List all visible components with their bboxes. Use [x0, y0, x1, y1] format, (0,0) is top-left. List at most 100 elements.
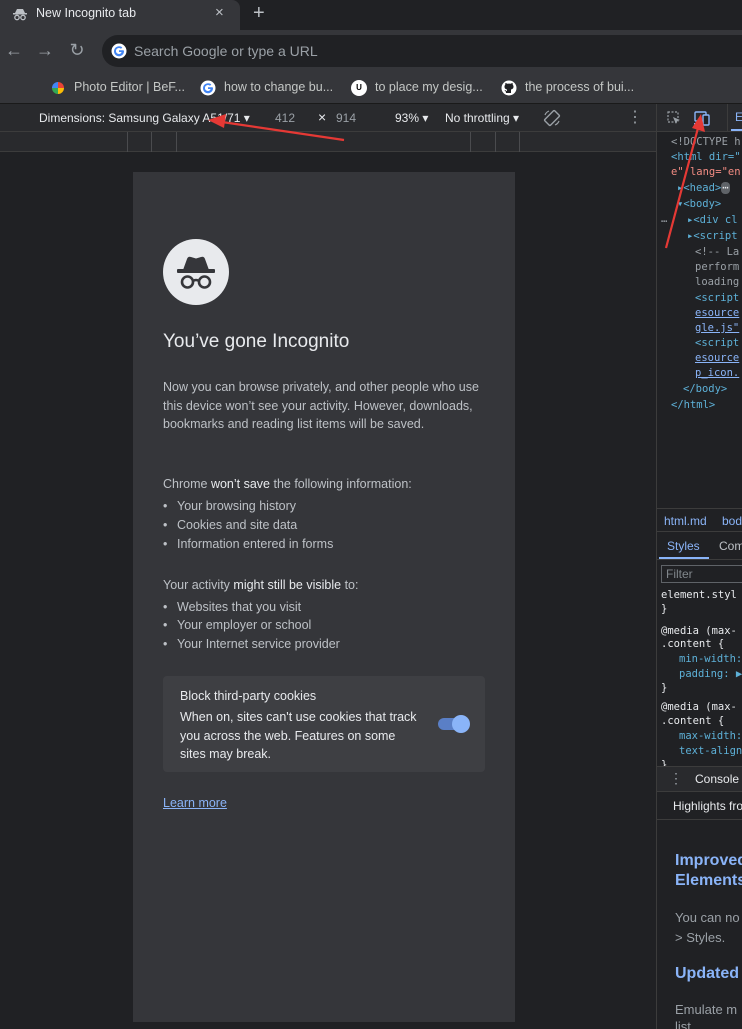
more-icon[interactable]: …	[661, 213, 667, 225]
throttling-label: No throttling	[445, 111, 510, 125]
style-line[interactable]: padding: ▶	[679, 668, 742, 680]
code-link[interactable]: gle.js"	[695, 322, 739, 334]
close-tab-icon[interactable]: ×	[215, 4, 224, 21]
ellipsis-badge[interactable]: ⋯	[721, 182, 730, 194]
code-link[interactable]: esource	[695, 307, 739, 319]
bookmark-item[interactable]: the process of bui...	[525, 80, 634, 94]
bookmark-item[interactable]: to place my desig...	[375, 80, 483, 94]
tab-strip: New Incognito tab × +	[0, 0, 742, 30]
whats-new-tabs: Highlights fro	[657, 792, 742, 820]
breadcrumb-body[interactable]: bod	[722, 514, 742, 528]
address-bar[interactable]: Search Google or type a URL	[102, 35, 742, 67]
search-input[interactable]: Search Google or type a URL	[134, 43, 318, 59]
code-line[interactable]: ▸<head>⋯	[677, 182, 730, 194]
reload-icon[interactable]: ↻	[66, 39, 88, 61]
block-cookies-toggle[interactable]	[438, 715, 470, 733]
code-line[interactable]: <script	[695, 292, 739, 304]
whats-new-heading: Elements	[675, 872, 742, 889]
code-line[interactable]: e" lang="en	[671, 166, 741, 178]
styles-tabs: Styles Com	[657, 532, 742, 560]
style-line: }	[661, 603, 668, 615]
bookmark-item[interactable]: how to change bu...	[224, 80, 333, 94]
code-line[interactable]: loading	[695, 276, 739, 288]
intro-paragraph: Now you can browse privately, and other …	[163, 380, 479, 431]
whats-new-text: You can no	[675, 910, 740, 925]
code-line[interactable]: </html>	[671, 399, 715, 411]
wont-save-heading: Chrome won’t save the following informat…	[163, 475, 488, 494]
tab-title: New Incognito tab	[36, 6, 137, 20]
code-line[interactable]: <script	[695, 337, 739, 349]
list-item-text: Websites that you visit	[177, 600, 302, 614]
incognito-icon	[13, 9, 27, 21]
code-line[interactable]: ▸<script	[687, 230, 738, 242]
bookmark-favicon-icon	[52, 82, 64, 94]
list-item: Cookies and site data	[163, 518, 297, 532]
code-line[interactable]: <!-- La	[695, 246, 739, 258]
uxpin-icon: U	[351, 80, 367, 96]
code-line[interactable]: </body>	[683, 383, 727, 395]
wont-save-suffix: the following information:	[270, 477, 412, 491]
github-icon	[501, 80, 517, 96]
style-line[interactable]: max-width:	[679, 730, 742, 742]
cookie-description: When on, sites can't use cookies that tr…	[180, 710, 417, 761]
console-tab[interactable]: Console	[695, 772, 739, 786]
new-tab-button[interactable]: +	[253, 2, 265, 25]
code-link[interactable]: p_icon.	[695, 367, 739, 379]
learn-more-link[interactable]: Learn more	[163, 796, 227, 810]
tab-styles[interactable]: Styles	[667, 539, 700, 553]
code-line[interactable]: <html dir="	[671, 151, 741, 163]
wont-save-prefix: Chrome	[163, 477, 211, 491]
throttling-select[interactable]: No throttling ▾	[445, 111, 519, 125]
browser-tab[interactable]: New Incognito tab ×	[0, 0, 240, 30]
zoom-select[interactable]: 93% ▾	[395, 111, 428, 125]
style-line[interactable]: min-width:	[679, 653, 742, 665]
active-tab-indicator	[659, 557, 709, 559]
list-item: Your Internet service provider	[163, 637, 340, 651]
style-line[interactable]: @media (max-	[661, 701, 737, 713]
code-line-text: <div cl	[693, 214, 738, 226]
viewport-height-input[interactable]: 914	[336, 111, 356, 125]
style-line[interactable]: text-align	[679, 745, 742, 757]
code-line-text: <script	[693, 230, 738, 242]
device-dimensions-select[interactable]: Dimensions: Samsung Galaxy A51/71 ▾	[39, 111, 250, 125]
visible-suffix: to:	[341, 578, 359, 592]
device-toggle-icon[interactable]	[694, 110, 710, 126]
style-line[interactable]: .content {	[661, 715, 724, 727]
code-link[interactable]: esource	[695, 352, 739, 364]
viewport-width-input[interactable]: 412	[275, 111, 295, 125]
styles-filter-input[interactable]: Filter	[661, 565, 742, 583]
inspect-element-icon[interactable]	[667, 111, 681, 125]
devtools-drawer: ⋮ Console	[657, 766, 742, 792]
highlights-tab[interactable]: Highlights fro	[673, 799, 742, 813]
code-line[interactable]: <!DOCTYPE h	[671, 136, 741, 148]
cookie-title: Block third-party cookies	[180, 689, 317, 703]
tab-computed[interactable]: Com	[719, 539, 742, 553]
forward-icon[interactable]: →	[34, 39, 56, 61]
more-options-icon[interactable]: ⋮	[627, 107, 643, 127]
ruler-tick	[470, 132, 471, 152]
elements-tab[interactable]: E	[735, 110, 742, 124]
incognito-logo	[163, 239, 229, 305]
back-icon[interactable]: ←	[3, 39, 25, 61]
visible-heading: Your activity might still be visible to:	[163, 576, 488, 595]
bookmark-item[interactable]: Photo Editor | BeF...	[74, 80, 185, 94]
zoom-label: 93%	[395, 111, 420, 125]
code-line-text: <head>	[683, 182, 722, 194]
list-item-text: Your employer or school	[177, 618, 312, 632]
ruler-tick	[127, 132, 128, 152]
code-line[interactable]: ▸<div cl	[687, 214, 738, 226]
times-symbol: ×	[318, 109, 327, 125]
rotate-icon[interactable]	[543, 109, 561, 127]
code-line[interactable]: perform	[695, 261, 739, 273]
style-line[interactable]: @media (max-	[661, 625, 737, 637]
devtools-panel: E <!DOCTYPE h <html dir=" e" lang="en ▸<…	[656, 104, 742, 1029]
list-item: Your browsing history	[163, 499, 296, 513]
code-line[interactable]: ▾<body>	[677, 198, 721, 210]
style-line[interactable]: element.styl	[661, 589, 737, 601]
breadcrumb-file[interactable]: html.md	[664, 514, 707, 528]
whats-new-text: > Styles.	[675, 930, 726, 945]
incognito-icon	[177, 256, 215, 289]
visible-prefix: Your activity	[163, 578, 234, 592]
drawer-menu-icon[interactable]: ⋮	[669, 770, 683, 787]
style-line[interactable]: .content {	[661, 638, 724, 650]
